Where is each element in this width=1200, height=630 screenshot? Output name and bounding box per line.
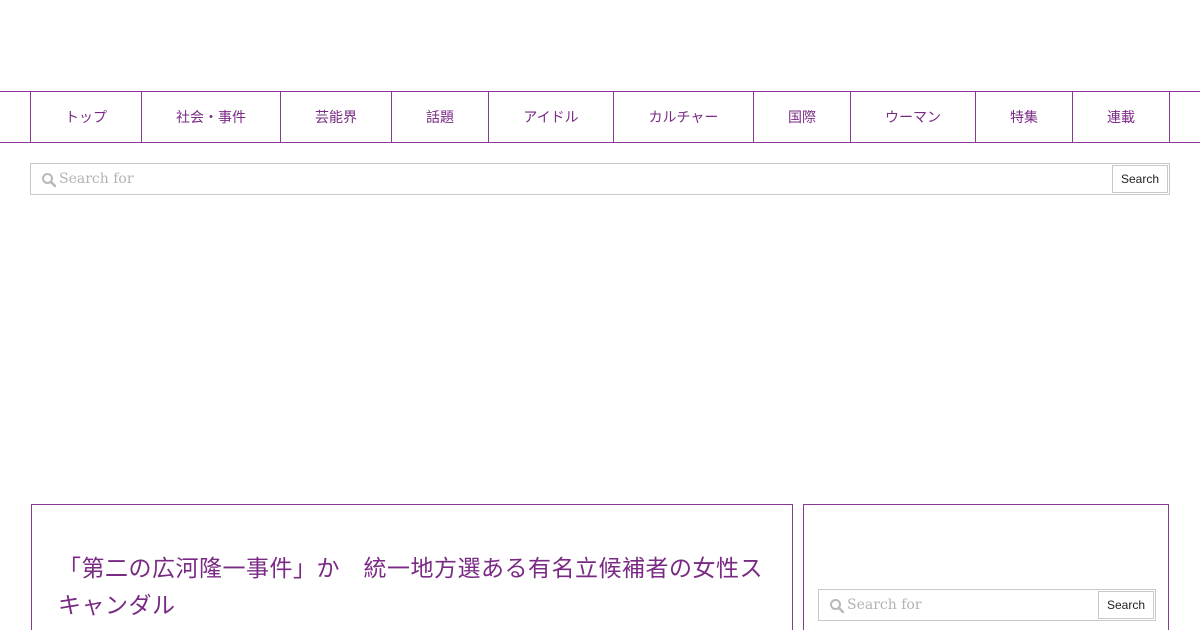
nav-item-idol[interactable]: アイドル bbox=[489, 92, 614, 142]
nav-item-topics[interactable]: 話題 bbox=[392, 92, 489, 142]
sidebar-search-button[interactable]: Search bbox=[1098, 591, 1154, 619]
sidebar-search-form: Search bbox=[818, 589, 1156, 621]
search-icon bbox=[830, 599, 845, 614]
article-card: 「第二の広河隆一事件」か 統一地方選ある有名立候補者の女性スキャンダル bbox=[31, 504, 793, 630]
nav-item-woman[interactable]: ウーマン bbox=[851, 92, 976, 142]
sidebar-card: Search bbox=[803, 504, 1169, 630]
nav-item-top[interactable]: トップ bbox=[31, 92, 142, 142]
nav-item-feature[interactable]: 特集 bbox=[976, 92, 1073, 142]
top-search-input[interactable] bbox=[59, 169, 1129, 189]
nav-item-culture[interactable]: カルチャー bbox=[614, 92, 754, 142]
search-icon bbox=[42, 173, 57, 188]
sidebar-search-input[interactable] bbox=[847, 595, 1107, 615]
top-search-form: Search bbox=[30, 163, 1170, 195]
nav-item-series[interactable]: 連載 bbox=[1073, 92, 1170, 142]
nav-item-entertainment[interactable]: 芸能界 bbox=[281, 92, 392, 142]
nav-list: トップ 社会・事件 芸能界 話題 アイドル カルチャー 国際 ウーマン 特集 連… bbox=[30, 92, 1170, 142]
main-nav: トップ 社会・事件 芸能界 話題 アイドル カルチャー 国際 ウーマン 特集 連… bbox=[0, 91, 1200, 143]
nav-item-society[interactable]: 社会・事件 bbox=[142, 92, 281, 142]
nav-item-international[interactable]: 国際 bbox=[754, 92, 851, 142]
article-title[interactable]: 「第二の広河隆一事件」か 統一地方選ある有名立候補者の女性スキャンダル bbox=[58, 551, 770, 625]
top-search-button[interactable]: Search bbox=[1112, 165, 1168, 193]
